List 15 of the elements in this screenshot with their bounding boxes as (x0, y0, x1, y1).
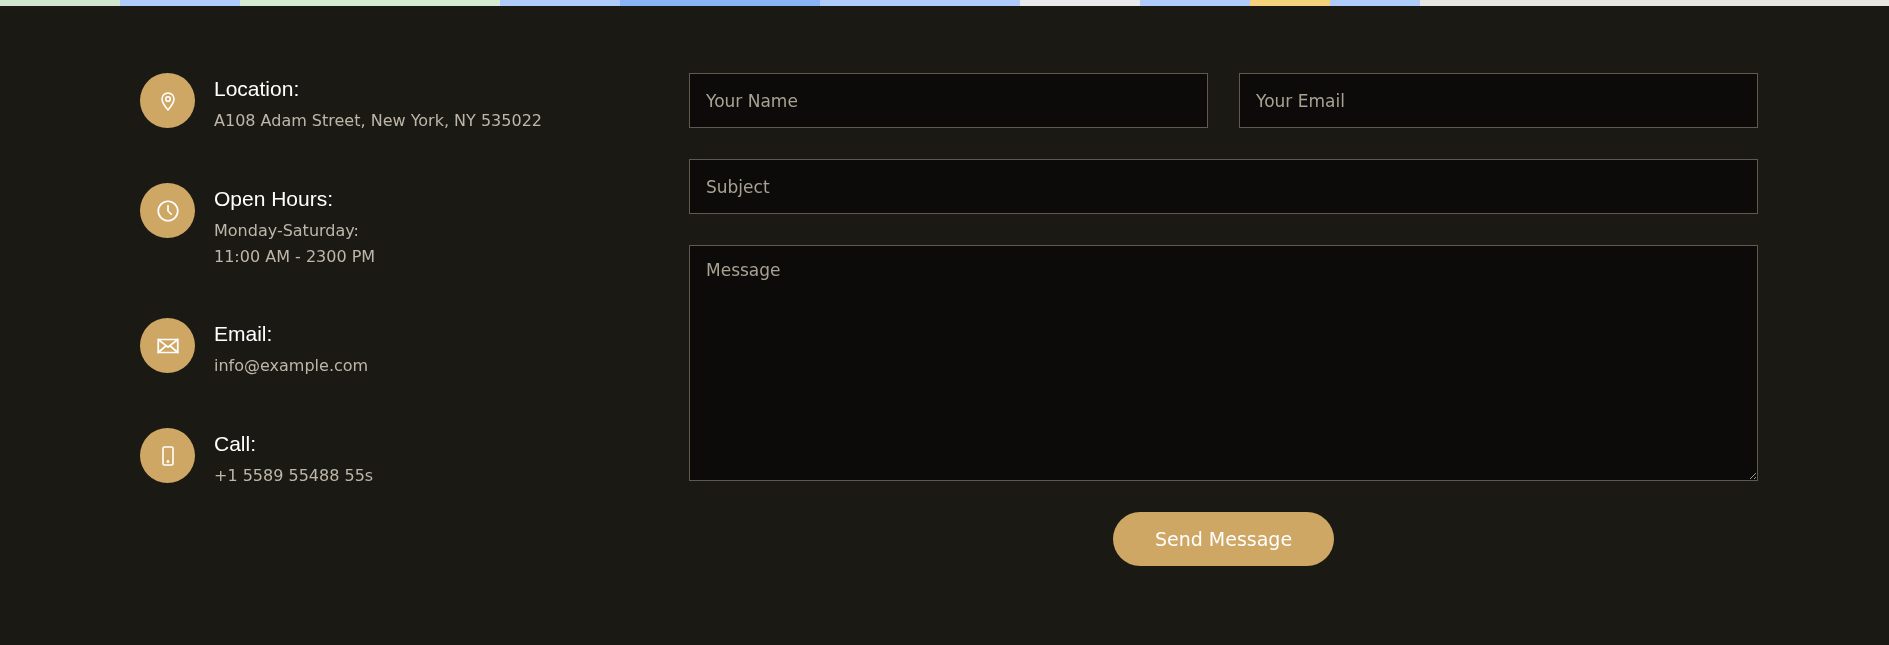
name-field[interactable]: Your Name (689, 73, 1208, 128)
info-title: Email: (214, 321, 274, 347)
info-text: +1 5589 55488 55s (214, 465, 374, 487)
info-title: Open Hours: (214, 186, 335, 212)
clock-icon (154, 197, 181, 224)
info-text: Monday-Saturday: (214, 220, 360, 242)
subject-field[interactable]: Subject (689, 159, 1758, 214)
info-text: 11:00 AM - 2300 PM (214, 246, 376, 268)
info-title: Location: (214, 76, 301, 102)
message-field[interactable]: Message (689, 245, 1758, 481)
send-message-button[interactable]: Send Message (1113, 512, 1334, 566)
info-text: A108 Adam Street, New York, NY 535022 (214, 110, 542, 132)
info-title: Call: (214, 431, 257, 457)
info-text: info@example.com (214, 355, 369, 377)
email-field[interactable]: Your Email (1239, 73, 1758, 128)
